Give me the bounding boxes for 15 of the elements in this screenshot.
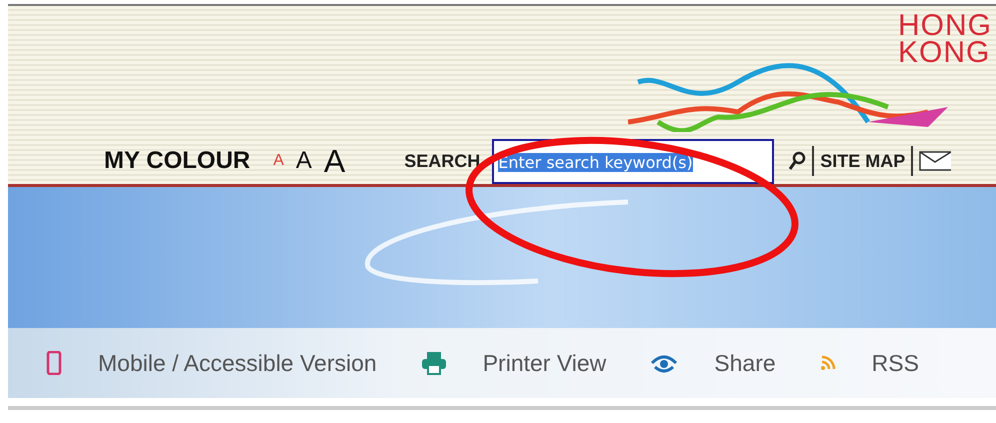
toolbar-link[interactable]: RSS <box>872 350 919 376</box>
font-size-button[interactable]: A <box>270 153 287 169</box>
search-label: SEARCH <box>404 150 480 172</box>
toolbar-link[interactable]: Mobile / Accessible Version <box>98 350 377 376</box>
site-map-link[interactable]: SITE MAP <box>820 150 906 172</box>
printer-icon[interactable] <box>420 351 447 375</box>
phone-icon[interactable] <box>46 351 62 375</box>
mail-icon[interactable] <box>919 151 952 171</box>
font-size-button[interactable]: A <box>292 149 315 173</box>
toolbar-link[interactable]: Printer View <box>482 350 606 376</box>
font-size-button[interactable]: A <box>320 145 348 177</box>
search-icon[interactable] <box>788 151 806 171</box>
my-colour-link[interactable]: MY COLOUR <box>104 147 250 175</box>
hong-kong-logo[interactable]: HONG KONG <box>898 12 996 66</box>
toolbar-link[interactable]: Share <box>714 350 776 376</box>
